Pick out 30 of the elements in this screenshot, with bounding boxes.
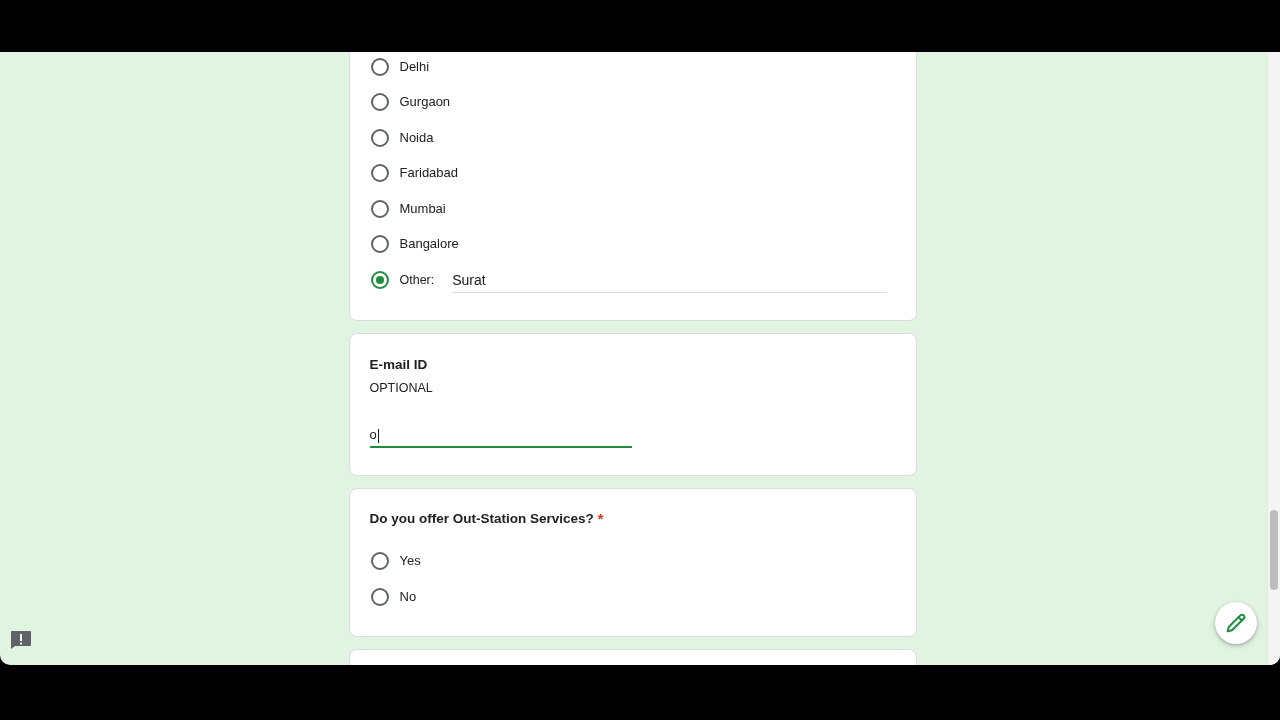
option-label: Faridabad <box>399 164 459 183</box>
other-input-field[interactable]: Surat <box>452 268 887 293</box>
email-input-field[interactable]: o <box>369 423 632 448</box>
option-label: Delhi <box>399 57 430 76</box>
radio-button[interactable] <box>370 164 389 183</box>
radio-button[interactable] <box>370 270 389 289</box>
question-title: Do you offer Out-Station Services? <box>369 509 594 528</box>
radio-button[interactable] <box>370 552 389 571</box>
radio-button[interactable] <box>370 587 389 606</box>
edit-button[interactable] <box>1215 602 1257 644</box>
required-mark: * <box>597 509 604 529</box>
radio-button[interactable] <box>370 57 389 76</box>
option-label: Mumbai <box>399 199 446 218</box>
radio-button[interactable] <box>370 199 389 218</box>
option-label: Bangalore <box>399 235 459 254</box>
scrollbar-track[interactable] <box>1267 52 1280 665</box>
radio-button[interactable] <box>370 235 389 254</box>
feedback-icon[interactable] <box>11 631 31 649</box>
question-title: E-mail ID <box>369 355 428 374</box>
pencil-icon <box>1226 613 1246 633</box>
radio-button[interactable] <box>370 128 389 147</box>
option-label: Noida <box>399 128 434 147</box>
radio-button[interactable] <box>370 93 389 112</box>
scrollbar-thumb[interactable] <box>1270 510 1278 590</box>
option-label: Other: <box>399 271 435 289</box>
option-label: Yes <box>399 552 421 571</box>
option-label: Gurgaon <box>399 93 451 112</box>
option-label: No <box>399 587 417 606</box>
question-description: OPTIONAL <box>369 379 433 397</box>
text-cursor-icon <box>377 428 379 443</box>
